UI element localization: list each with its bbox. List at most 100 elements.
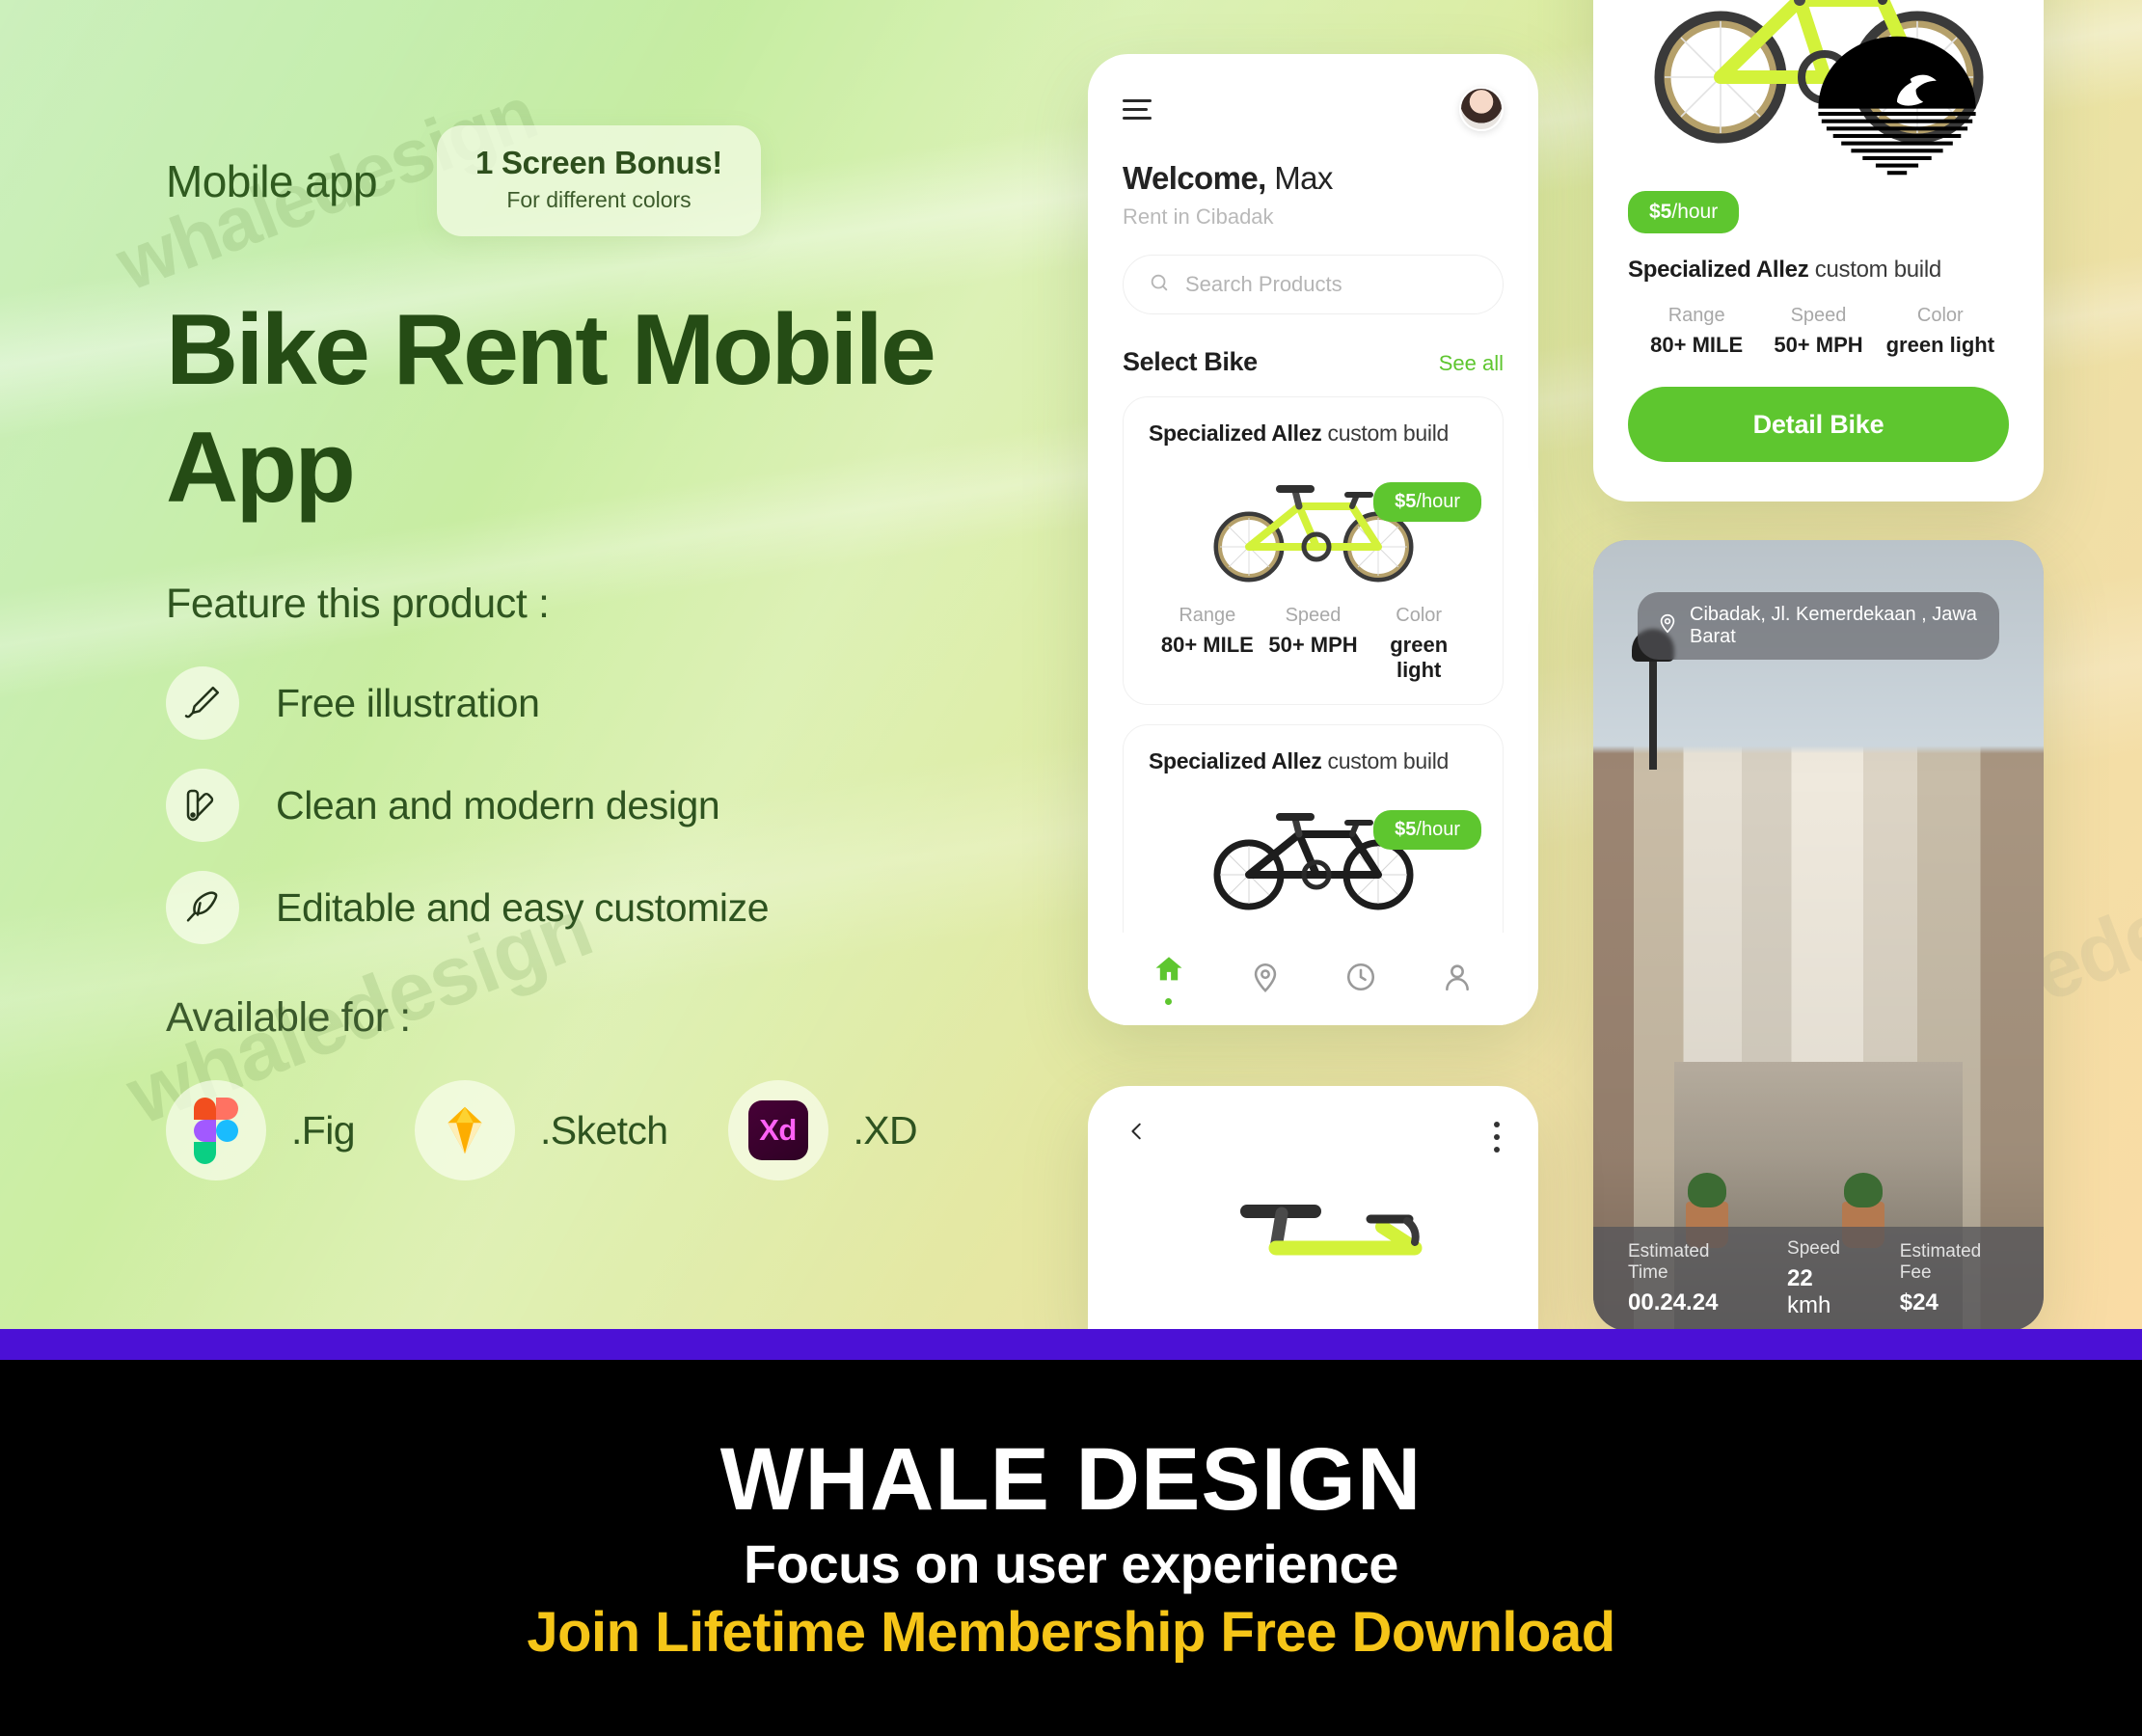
tab-profile[interactable] — [1441, 961, 1474, 998]
tab-home[interactable] — [1152, 953, 1185, 1005]
search-input[interactable]: Search Products — [1123, 255, 1504, 314]
spec-label: Speed — [1790, 305, 1847, 326]
list-item-label: Editable and easy customize — [276, 884, 770, 930]
footer-banner: WHALE DESIGN Focus on user experience Jo… — [0, 1360, 2142, 1736]
active-tab-indicator — [1165, 998, 1173, 1005]
price-unit: /hour — [1416, 819, 1460, 840]
bike-image — [1149, 452, 1478, 597]
price-unit: /hour — [1671, 201, 1719, 223]
price-amount: $5 — [1395, 491, 1417, 512]
spec-label: Range — [1668, 305, 1725, 326]
kebab-menu-icon[interactable] — [1494, 1122, 1500, 1153]
spec-speed: Speed 50+ MPH — [1757, 305, 1879, 358]
stat-value: $24 — [1899, 1289, 1939, 1316]
price-badge: $5/hour — [1628, 191, 1740, 233]
detail-title: Specialized Allez custom build — [1628, 257, 2009, 284]
bonus-badge-subtitle: For different colors — [506, 187, 691, 212]
footer-tagline: Focus on user experience — [744, 1533, 1398, 1594]
bike-image — [1088, 1177, 1538, 1283]
person-icon — [1441, 961, 1474, 998]
price-amount: $5 — [1395, 819, 1417, 840]
hamburger-icon[interactable] — [1123, 98, 1152, 120]
bottom-tabbar — [1088, 933, 1538, 1025]
see-all-link[interactable]: See all — [1439, 351, 1504, 376]
home-icon — [1152, 953, 1185, 990]
spec-row: Range 80+ MILE Speed 50+ MPH Color green… — [1149, 605, 1478, 683]
feather-icon — [166, 871, 239, 945]
avatar[interactable] — [1459, 87, 1504, 131]
clock-icon — [1344, 961, 1377, 998]
spec-color: Color green light — [1366, 605, 1472, 683]
detail-bike-button[interactable]: Detail Bike — [1628, 387, 2009, 462]
feature-list: Free illustration Clean and modern desig… — [166, 666, 1072, 945]
list-item: Clean and modern design — [166, 769, 1072, 843]
bonus-badge: 1 Screen Bonus! For different colors — [437, 125, 761, 236]
footer-brand: WHALE DESIGN — [719, 1430, 1423, 1529]
poster-stage: whaledesign whaledesign whaledesign Mobi… — [0, 0, 2142, 1736]
list-item-label: Free illustration — [276, 680, 540, 725]
color-swatch-icon — [166, 769, 239, 843]
footer-cta[interactable]: Join Lifetime Membership Free Download — [527, 1605, 1615, 1661]
bike-variant: custom build — [1321, 420, 1450, 446]
stat-estimated-time: Estimated Time 00.24.24 — [1628, 1241, 1745, 1316]
welcome-bold: Welcome, — [1123, 160, 1266, 196]
hero-copy-column: Mobile app 1 Screen Bonus! For different… — [166, 125, 1072, 1181]
bike-variant: custom build — [1321, 748, 1450, 773]
location-pin-icon — [1249, 961, 1282, 998]
location-text: Cibadak, Jl. Kemerdekaan , Jawa Barat — [1690, 604, 1977, 647]
bike-brand: Specialized Allez — [1149, 420, 1322, 446]
rent-location-label: Rent in Cibadak — [1123, 204, 1274, 229]
spec-color: Color green light — [1880, 305, 2001, 358]
spec-label: Color — [1916, 305, 1964, 326]
price-badge: $5/hour — [1373, 810, 1481, 850]
spec-range: Range 80+ MILE — [1636, 305, 1757, 358]
spec-value: 50+ MPH — [1268, 633, 1358, 657]
spec-value: 80+ MILE — [1160, 633, 1254, 657]
phone-mockup-home: Welcome, Max Rent in Cibadak Search Prod… — [1088, 54, 1538, 1025]
bonus-badge-title: 1 Screen Bonus! — [475, 145, 722, 180]
stat-number: 22 — [1787, 1265, 1813, 1291]
list-item: .Sketch — [414, 1080, 668, 1181]
spec-value: green light — [1885, 333, 1995, 357]
list-item-label: .XD — [853, 1107, 918, 1153]
bike-brand: Specialized Allez — [1149, 748, 1322, 773]
spec-value: green light — [1390, 633, 1449, 682]
phone-mockup-ride: Cibadak, Jl. Kemerdekaan , Jawa Barat Es… — [1593, 540, 2044, 1331]
adobe-xd-icon: Xd — [727, 1080, 828, 1181]
list-item-label: .Fig — [291, 1107, 356, 1153]
stat-speed: Speed 22 kmh — [1787, 1238, 1857, 1319]
kicker-row: Mobile app 1 Screen Bonus! For different… — [166, 125, 1072, 236]
spec-speed: Speed 50+ MPH — [1261, 605, 1367, 683]
location-pin-icon — [1657, 612, 1678, 639]
spec-label: Speed — [1285, 605, 1342, 626]
list-item: Xd .XD — [727, 1080, 918, 1181]
stat-label: Estimated Fee — [1899, 1241, 1982, 1283]
list-item-label: Clean and modern design — [276, 782, 720, 827]
whale-logo — [1815, 14, 1979, 177]
stat-value: 22 kmh — [1787, 1265, 1857, 1319]
bike-card-title: Specialized Allez custom build — [1149, 748, 1478, 774]
format-list: .Fig .Sketch Xd .XD — [166, 1080, 1072, 1181]
app-topbar — [1123, 87, 1504, 131]
spec-row: Range 80+ MILE Speed 50+ MPH Color green… — [1628, 305, 2009, 358]
bike-card-title: Specialized Allez custom build — [1149, 420, 1478, 447]
phone-mockup-product — [1088, 1086, 1538, 1337]
chevron-left-icon[interactable] — [1126, 1121, 1148, 1153]
stat-label: Estimated Time — [1628, 1241, 1710, 1283]
bike-image — [1149, 780, 1478, 925]
tab-history[interactable] — [1344, 961, 1377, 998]
bike-card[interactable]: Specialized Allez custom build $5/hour — [1123, 396, 1504, 705]
spec-label: Range — [1179, 605, 1236, 626]
spec-label: Color — [1396, 605, 1443, 626]
purple-divider-bar — [0, 1329, 2142, 1360]
page-title: Bike Rent Mobile App — [166, 294, 936, 524]
figma-icon — [166, 1080, 266, 1181]
list-item: .Fig — [166, 1080, 356, 1181]
bike-brand: Specialized Allez — [1628, 257, 1809, 283]
bike-variant: custom build — [1808, 257, 1941, 283]
stat-unit: kmh — [1787, 1292, 1831, 1318]
available-heading: Available for : — [166, 994, 411, 1042]
price-amount: $5 — [1649, 201, 1672, 223]
list-item: Free illustration — [166, 666, 1072, 741]
tab-location[interactable] — [1249, 961, 1282, 998]
